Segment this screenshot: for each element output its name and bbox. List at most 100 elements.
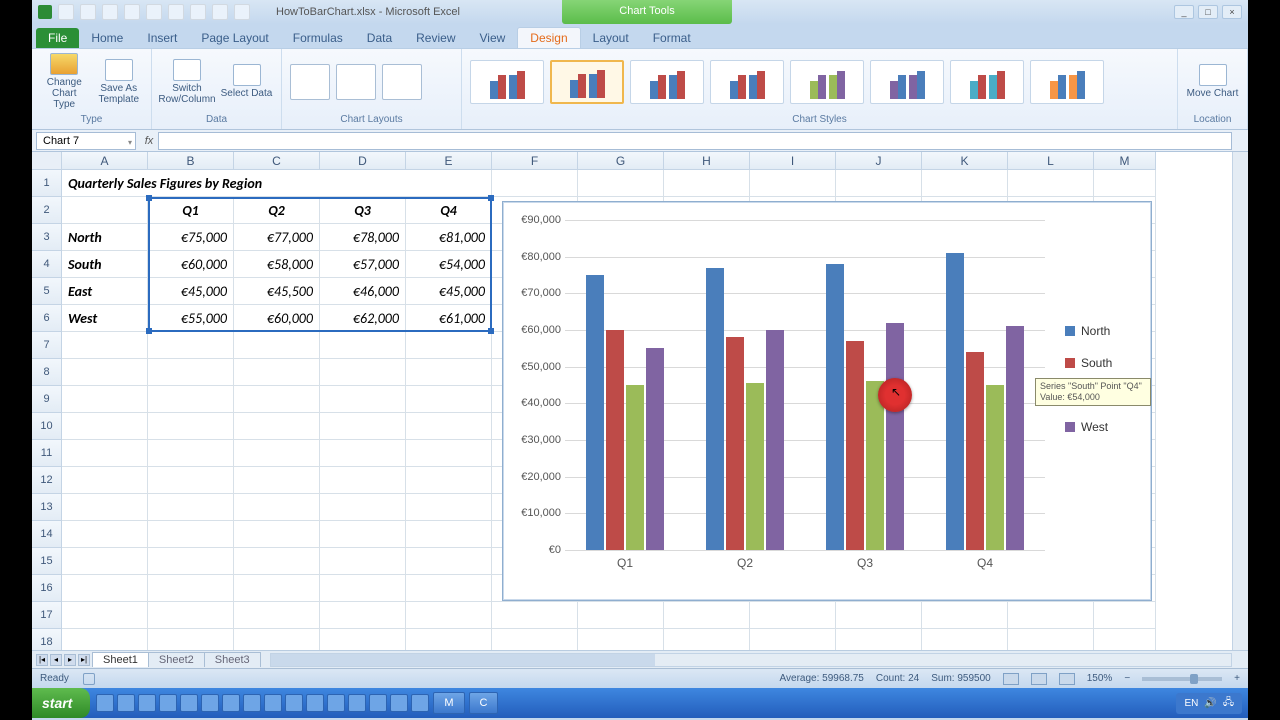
cell-B5[interactable]: €45,000 [148, 278, 234, 305]
cell-E16[interactable] [406, 575, 492, 602]
sheet-tab-sheet3[interactable]: Sheet3 [204, 652, 261, 667]
row-header-5[interactable]: 5 [32, 278, 62, 305]
cell-A11[interactable] [62, 440, 148, 467]
cell-B4[interactable]: €60,000 [148, 251, 234, 278]
name-box[interactable]: Chart 7 [36, 132, 136, 150]
cell-C7[interactable] [234, 332, 320, 359]
view-pagebreak-icon[interactable] [1059, 673, 1075, 685]
cell-F1[interactable] [492, 170, 578, 197]
cell-C9[interactable] [234, 386, 320, 413]
tab-page-layout[interactable]: Page Layout [189, 28, 280, 48]
ql-icon[interactable] [180, 694, 198, 712]
cell-B9[interactable] [148, 386, 234, 413]
cell-E12[interactable] [406, 467, 492, 494]
chart-layout-3[interactable] [382, 64, 422, 100]
cell-I1[interactable] [750, 170, 836, 197]
zoom-slider[interactable] [1142, 677, 1222, 681]
cell-A6[interactable]: West [62, 305, 148, 332]
cell-C6[interactable]: €60,000 [234, 305, 320, 332]
qat-save-icon[interactable] [58, 4, 74, 20]
cell-D13[interactable] [320, 494, 406, 521]
cell-B15[interactable] [148, 548, 234, 575]
cell-B17[interactable] [148, 602, 234, 629]
ql-icon[interactable] [285, 694, 303, 712]
row-header-7[interactable]: 7 [32, 332, 62, 359]
cell-A3[interactable]: North [62, 224, 148, 251]
cell-A14[interactable] [62, 521, 148, 548]
cell-E4[interactable]: €54,000 [406, 251, 492, 278]
cell-M18[interactable] [1094, 629, 1156, 650]
cell-C16[interactable] [234, 575, 320, 602]
chart-style-5[interactable] [790, 60, 864, 104]
switch-row-column-button[interactable]: Switch Row/Column [160, 59, 214, 105]
bar-east-q4[interactable] [986, 385, 1004, 550]
tab-layout[interactable]: Layout [581, 28, 641, 48]
fx-icon[interactable]: fx [140, 135, 158, 147]
cell-A5[interactable]: East [62, 278, 148, 305]
qat-redo-icon[interactable] [102, 4, 118, 20]
cell-C3[interactable]: €77,000 [234, 224, 320, 251]
row-header-3[interactable]: 3 [32, 224, 62, 251]
row-header-11[interactable]: 11 [32, 440, 62, 467]
restore-button[interactable]: □ [1198, 5, 1218, 19]
chart-style-7[interactable] [950, 60, 1024, 104]
ql-icon[interactable] [390, 694, 408, 712]
qat-spell-icon[interactable] [212, 4, 228, 20]
ql-icon[interactable] [243, 694, 261, 712]
bar-west-q1[interactable] [646, 348, 664, 550]
tab-formulas[interactable]: Formulas [281, 28, 355, 48]
tab-nav-prev-icon[interactable]: ◂ [50, 654, 62, 666]
ql-icon[interactable] [327, 694, 345, 712]
cell-D5[interactable]: €46,000 [320, 278, 406, 305]
cell-I18[interactable] [750, 629, 836, 650]
move-chart-button[interactable]: Move Chart [1186, 64, 1239, 99]
cell-D6[interactable]: €62,000 [320, 305, 406, 332]
cell-D18[interactable] [320, 629, 406, 650]
cell-E13[interactable] [406, 494, 492, 521]
bar-north-q3[interactable] [826, 264, 844, 550]
ql-icon[interactable] [201, 694, 219, 712]
cell-B13[interactable] [148, 494, 234, 521]
qat-preview-icon[interactable] [190, 4, 206, 20]
bar-south-q1[interactable] [606, 330, 624, 550]
cell-C10[interactable] [234, 413, 320, 440]
bar-south-q2[interactable] [726, 337, 744, 550]
bar-north-q2[interactable] [706, 268, 724, 550]
bar-east-q3[interactable] [866, 381, 884, 550]
cell-C13[interactable] [234, 494, 320, 521]
bar-north-q4[interactable] [946, 253, 964, 550]
row-header-4[interactable]: 4 [32, 251, 62, 278]
chart-style-2[interactable] [550, 60, 624, 104]
ql-icon[interactable] [117, 694, 135, 712]
start-button[interactable]: start [32, 688, 90, 718]
cell-B2[interactable]: Q1 [148, 197, 234, 224]
ql-icon[interactable] [222, 694, 240, 712]
cell-I17[interactable] [750, 602, 836, 629]
row-header-2[interactable]: 2 [32, 197, 62, 224]
cell-B16[interactable] [148, 575, 234, 602]
cell-D14[interactable] [320, 521, 406, 548]
row-header-6[interactable]: 6 [32, 305, 62, 332]
cell-A18[interactable] [62, 629, 148, 650]
cell-B10[interactable] [148, 413, 234, 440]
col-header-D[interactable]: D [320, 152, 406, 170]
save-as-template-button[interactable]: Save As Template [95, 59, 144, 105]
tab-design[interactable]: Design [517, 27, 580, 48]
tab-review[interactable]: Review [404, 28, 467, 48]
taskbar-app-1[interactable]: M [433, 692, 464, 714]
cell-C5[interactable]: €45,500 [234, 278, 320, 305]
col-header-J[interactable]: J [836, 152, 922, 170]
ql-icon[interactable] [411, 694, 429, 712]
zoom-in-icon[interactable]: + [1234, 673, 1240, 684]
formula-input[interactable] [158, 132, 1232, 150]
view-normal-icon[interactable] [1003, 673, 1019, 685]
cell-E11[interactable] [406, 440, 492, 467]
cell-F17[interactable] [492, 602, 578, 629]
ql-icon[interactable] [264, 694, 282, 712]
cell-H17[interactable] [664, 602, 750, 629]
ql-icon[interactable] [159, 694, 177, 712]
sheet-tab-sheet1[interactable]: Sheet1 [92, 652, 149, 667]
row-header-13[interactable]: 13 [32, 494, 62, 521]
select-all-corner[interactable] [32, 152, 62, 170]
cell-D12[interactable] [320, 467, 406, 494]
